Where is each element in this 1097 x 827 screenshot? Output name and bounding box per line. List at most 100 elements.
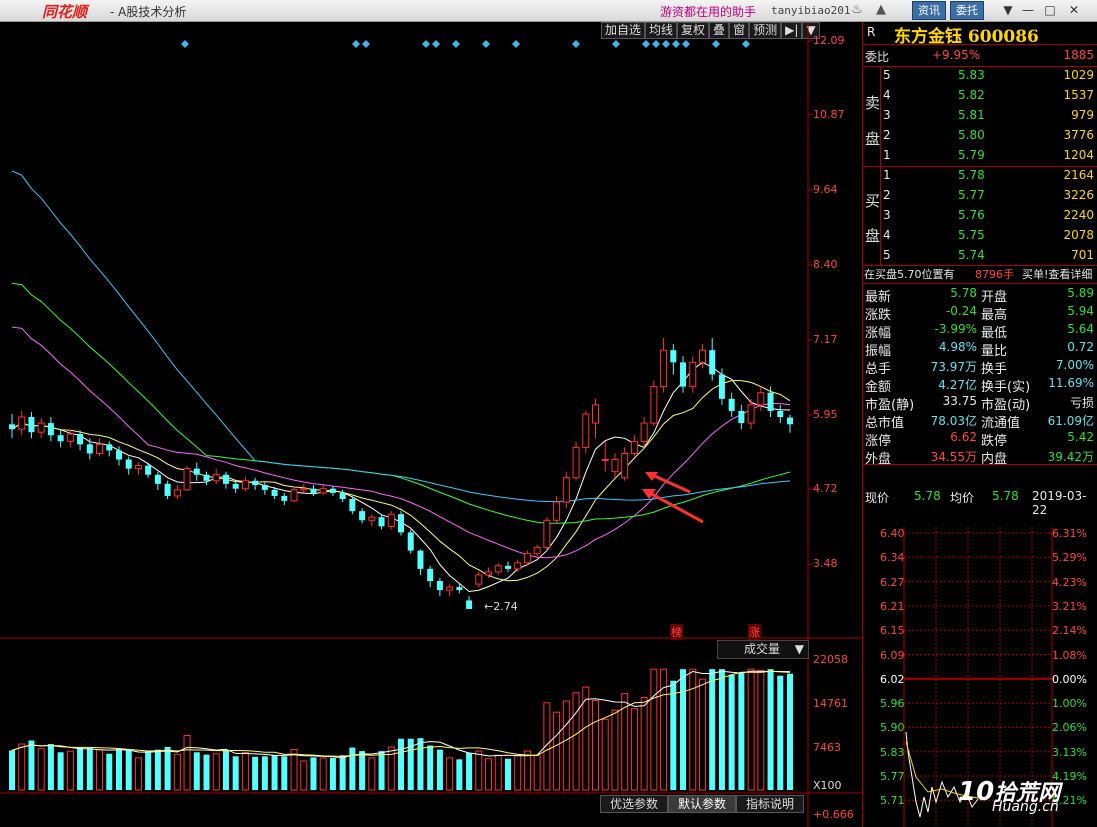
- candle-body: [777, 410, 784, 418]
- tab-default-params[interactable]: 默认参数: [668, 795, 737, 813]
- zhang-tag[interactable]: 涨: [748, 624, 761, 640]
- intraday-price-label: 6.21: [880, 599, 905, 613]
- sell-level-4[interactable]: 4 5.82 1537: [862, 87, 1097, 105]
- volume-bar: [183, 734, 191, 791]
- volume-bar: [718, 669, 725, 790]
- candle-body: [349, 499, 356, 512]
- candle-body: [339, 492, 346, 500]
- candle-body: [281, 495, 288, 501]
- volume-bar: [203, 754, 210, 790]
- candle-body: [57, 435, 64, 442]
- signal-diamond: [612, 40, 620, 48]
- candle-body: [689, 361, 697, 388]
- close-icon[interactable]: ✕: [1066, 2, 1082, 18]
- volume-bar: [66, 750, 74, 791]
- maximize-icon[interactable]: □: [1042, 2, 1058, 18]
- signal-diamond: [352, 40, 360, 48]
- candle-body: [466, 600, 473, 609]
- volume-bar: [562, 700, 570, 791]
- bang-tag[interactable]: 榜: [670, 624, 683, 640]
- candle-body: [86, 444, 93, 454]
- quote-row: 涨停 6.62 跌停 5.42: [865, 430, 1094, 449]
- volume-bar: [134, 757, 142, 791]
- sell-level-3[interactable]: 3 5.81 979: [862, 107, 1097, 125]
- news-button[interactable]: 资讯: [912, 1, 946, 20]
- volume-bar: [738, 673, 745, 790]
- sell-level-1[interactable]: 1 5.79 1204: [862, 147, 1097, 165]
- candle-body: [28, 417, 35, 433]
- price-axis-label: 4.72: [813, 482, 838, 495]
- weibi-row: 委比 +9.95% 1885: [865, 48, 1094, 64]
- tab-indicator-help[interactable]: 指标说明: [736, 795, 805, 813]
- candle-body: [601, 459, 609, 462]
- volume-bar: [436, 749, 443, 790]
- intraday-price-label: 6.09: [880, 648, 905, 662]
- signal-diamond: [712, 40, 720, 48]
- volume-bar: [417, 738, 424, 790]
- price-axis-label: 10.87: [813, 108, 845, 121]
- menu-icon[interactable]: ▼: [1000, 2, 1016, 18]
- intraday-pct-label: 2.06%: [1052, 721, 1087, 735]
- volume-bar: [271, 755, 278, 790]
- candle-body: [290, 489, 298, 502]
- red-arrow: [647, 490, 704, 524]
- intraday-price-label: 5.90: [880, 721, 905, 735]
- volume-bar: [504, 758, 511, 790]
- volume-bar: [193, 752, 200, 790]
- candle-body: [709, 350, 716, 375]
- sell-level-2[interactable]: 2 5.80 3776: [862, 127, 1097, 145]
- buy-level-5[interactable]: 5 5.74 701: [862, 247, 1097, 265]
- candle-body: [271, 489, 278, 496]
- ma-line: [11, 380, 791, 582]
- shirt-icon[interactable]: ▲: [872, 2, 890, 18]
- volume-bar: [572, 692, 580, 791]
- volume-bar: [640, 696, 648, 791]
- kline-chart[interactable]: [0, 0, 862, 827]
- candle-body: [728, 398, 735, 411]
- sell-level-5[interactable]: 5 5.83 1029: [862, 67, 1097, 85]
- vol-axis-3: 7463: [813, 741, 841, 754]
- volume-bar: [611, 709, 619, 791]
- candle-body: [582, 413, 590, 448]
- order-button[interactable]: 委托: [950, 1, 984, 20]
- tab-optimal-params[interactable]: 优选参数: [600, 795, 669, 813]
- buy-level-4[interactable]: 4 5.75 2078: [862, 227, 1097, 245]
- volume-bar: [427, 745, 434, 790]
- volume-bar: [252, 756, 259, 790]
- candle-body: [417, 550, 424, 569]
- volume-bar: [466, 752, 473, 790]
- intraday-pct-label: 0.00%: [1052, 672, 1087, 686]
- buy-level-2[interactable]: 2 5.77 3226: [862, 187, 1097, 205]
- candle-body: [533, 547, 541, 555]
- maibuy-row[interactable]: 在买盘5.70位置有 8796手 买单!查看详细: [862, 265, 1097, 283]
- watermark-logo: 10拾荒网 Huang.cn: [958, 777, 1061, 815]
- intraday-pct-label: 3.13%: [1052, 745, 1087, 759]
- candle-body: [621, 452, 629, 479]
- volume-bar: [300, 760, 308, 791]
- price-axis-label: 12.09: [813, 34, 845, 47]
- volume-bar: [28, 740, 35, 790]
- ma-line: [11, 170, 791, 502]
- stock-name[interactable]: 东方金钰 600086: [894, 22, 1039, 47]
- volume-bar: [728, 674, 735, 790]
- indicator-tabs: 优选参数 默认参数 指标说明: [600, 795, 805, 813]
- r-mark: R: [867, 25, 876, 39]
- candle-body: [329, 488, 336, 493]
- minimize-icon[interactable]: —: [1020, 2, 1036, 18]
- candle-body: [300, 488, 308, 491]
- volume-indicator-select[interactable]: 成交量 ▼: [717, 640, 809, 659]
- intraday-pct-label: 1.08%: [1052, 648, 1087, 662]
- buy-level-3[interactable]: 3 5.76 2240: [862, 207, 1097, 225]
- volume-bar: [650, 668, 658, 791]
- signal-diamond: [662, 40, 670, 48]
- intraday-pct-label: 6.31%: [1052, 527, 1087, 540]
- volume-bar: [601, 718, 609, 791]
- volume-bar: [621, 693, 629, 791]
- current-price-row: 现价 5.78 均价 5.78 2019-03-22: [865, 489, 1087, 517]
- buy-level-1[interactable]: 1 5.78 2164: [862, 167, 1097, 185]
- volume-bar: [368, 757, 376, 791]
- signal-diamond: [512, 40, 520, 48]
- quote-row: 市盈(静) 33.75 市盈(动) 亏损: [865, 394, 1094, 413]
- candle-body: [154, 474, 161, 484]
- volume-bar: [164, 746, 171, 790]
